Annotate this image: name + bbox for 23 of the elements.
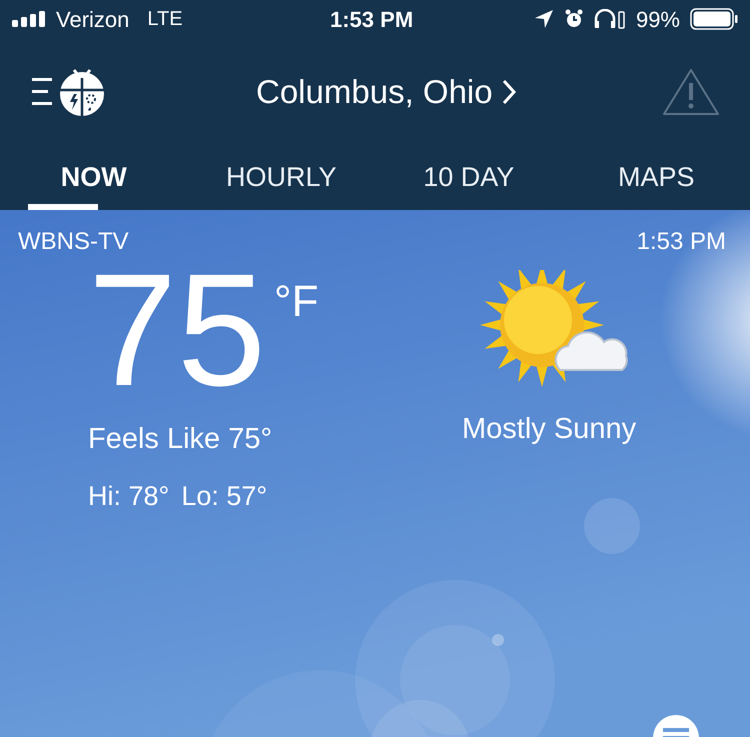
carrier-name: Verizon [56, 6, 130, 34]
tab[interactable]: HOURLY [188, 145, 375, 210]
tab[interactable]: MAPS [562, 145, 750, 210]
status-time: 1:53 PM [330, 6, 414, 34]
signal-icon [12, 11, 48, 27]
high-temperature: Hi: 78° [88, 480, 170, 512]
location-arrow-icon [534, 9, 554, 29]
feels-like: Feels Like 75° [88, 422, 274, 457]
location-selector[interactable]: Columbus, Ohio [256, 66, 517, 116]
network-type: LTE [147, 7, 183, 32]
updated-time: 1:53 PM [636, 227, 726, 257]
weather-condition: Mostly Sunny [462, 412, 636, 447]
warning-icon[interactable] [662, 68, 720, 116]
tab[interactable]: NOW [0, 145, 188, 210]
alarm-clock-icon [564, 9, 584, 29]
low-temperature: Lo: 57° [181, 480, 268, 512]
battery-icon [690, 8, 738, 30]
headphones-icon [594, 9, 626, 29]
tab[interactable]: 10 DAY [375, 145, 562, 210]
tab-underline [28, 204, 98, 210]
chevron-right-icon [500, 78, 517, 104]
temperature-unit: °F [274, 280, 318, 324]
battery-percent: 99% [636, 6, 680, 34]
